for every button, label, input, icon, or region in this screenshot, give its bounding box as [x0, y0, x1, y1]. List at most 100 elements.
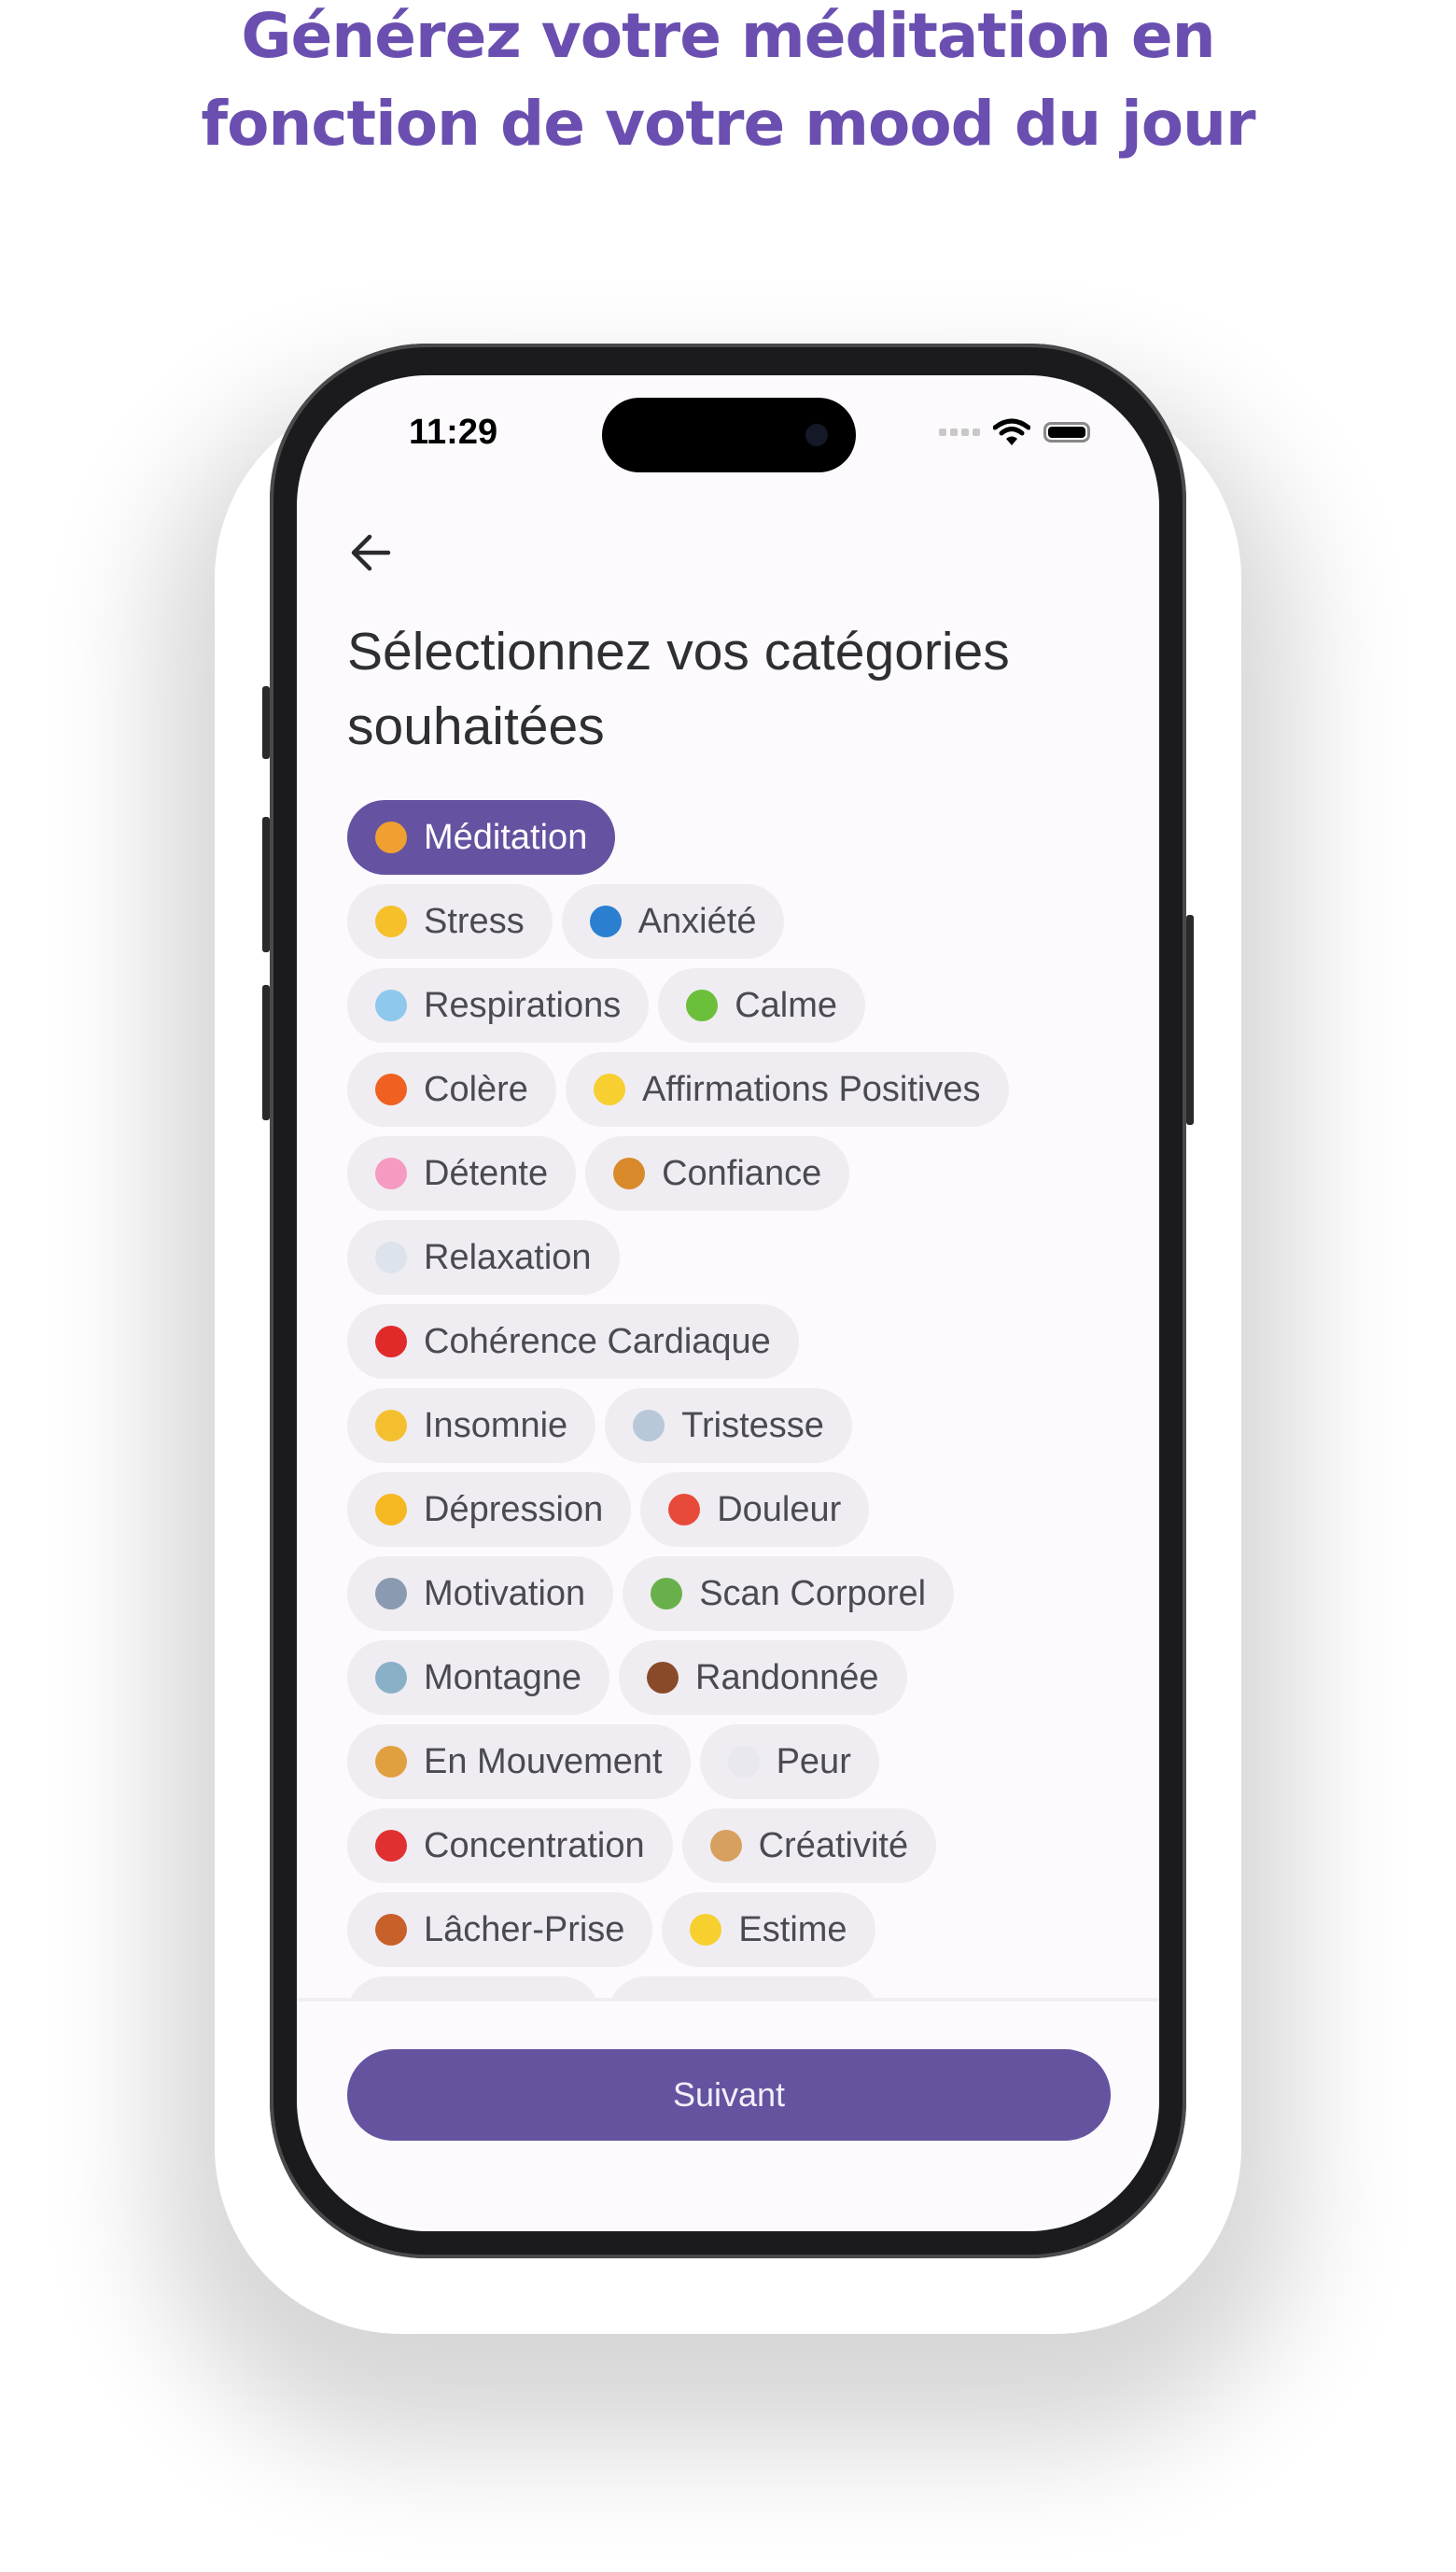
disappointed-face-icon — [375, 906, 407, 937]
fallen-leaf-icon — [375, 1914, 407, 1946]
category-chip[interactable]: Relaxation — [347, 1220, 620, 1295]
page-title: Sélectionnez vos catégories souhaitées — [347, 622, 1010, 756]
leaf-icon — [686, 990, 719, 1021]
status-icons — [939, 418, 1090, 446]
list-divider — [297, 1998, 1159, 2002]
chip-row: Méditation — [347, 800, 1150, 875]
category-chip-label: Relaxation — [424, 1237, 592, 1277]
heart-icon — [375, 1326, 407, 1357]
category-chip-label: Confiance — [662, 1153, 822, 1193]
ghost-icon — [727, 1746, 760, 1778]
fire-icon — [375, 1074, 407, 1105]
category-chip-label: Randonnée — [695, 1657, 879, 1697]
cloud-icon — [375, 1242, 407, 1273]
chip-row: Motivation Scan Corporel — [347, 1556, 1150, 1631]
category-chip[interactable]: Créativité — [681, 1808, 937, 1883]
category-chip[interactable]: Estime — [662, 1892, 875, 1967]
pill-icon — [668, 1494, 701, 1525]
category-chip-label: Respirations — [424, 985, 622, 1025]
category-chip-label: Motivation — [424, 1573, 586, 1613]
category-chip[interactable]: Scan Corporel — [623, 1556, 955, 1631]
glowing-star-icon — [690, 1914, 722, 1946]
chip-row: Relaxation — [347, 1220, 1150, 1295]
chip-row: Dépression Douleur — [347, 1472, 1150, 1547]
category-chip[interactable]: Addictions — [609, 1976, 877, 2000]
rain-cloud-icon — [633, 1410, 665, 1441]
category-chip[interactable]: Méditation — [347, 800, 616, 875]
wind-icon — [375, 990, 407, 1021]
category-chip-label: Anxiété — [637, 901, 757, 941]
category-chip[interactable]: Montagne — [347, 1640, 610, 1715]
sun-icon — [375, 1494, 407, 1525]
blossom-icon — [375, 1158, 407, 1189]
volume-down-button — [262, 985, 270, 1120]
category-chip[interactable]: Affirmations Positives — [565, 1052, 1009, 1127]
category-chip-label: Insomnie — [424, 1405, 568, 1445]
category-chip[interactable]: Calme — [658, 968, 866, 1043]
category-chip[interactable]: Randonnée — [619, 1640, 907, 1715]
wave-icon — [589, 906, 622, 937]
category-chip[interactable]: Douleur — [640, 1472, 870, 1547]
dynamic-island — [602, 398, 856, 472]
category-chip-label: Tristesse — [681, 1405, 824, 1445]
category-chip[interactable]: Anxiété — [561, 884, 785, 959]
category-chip-label: Cohérence Cardiaque — [424, 1321, 771, 1361]
category-chip-label: Créativité — [758, 1825, 909, 1865]
headline-line-1: Générez votre méditation en — [241, 0, 1215, 72]
category-chip[interactable]: Cohérence Cardiaque — [347, 1304, 799, 1379]
status-time: 11:29 — [409, 413, 498, 452]
category-chip-label: En Mouvement — [424, 1741, 663, 1781]
rocket-icon — [375, 1578, 407, 1609]
category-chip-label: Estime — [738, 1909, 847, 1949]
battery-icon — [1043, 422, 1090, 443]
power-button — [1186, 915, 1194, 1125]
camera-icon — [805, 424, 828, 446]
category-chip[interactable]: Dépression — [347, 1472, 632, 1547]
volume-up-button — [262, 817, 270, 952]
category-chip[interactable]: Motivation — [347, 1556, 614, 1631]
category-chip[interactable]: Respirations — [347, 968, 650, 1043]
category-chip-label: Lâcher-Prise — [424, 1909, 625, 1949]
wifi-icon — [993, 418, 1030, 445]
category-chip[interactable]: Concentration — [347, 1808, 673, 1883]
category-chip[interactable]: Peur — [699, 1724, 879, 1799]
sparkles-icon — [593, 1074, 625, 1105]
chip-row: Colère Affirmations Positives — [347, 1052, 1150, 1127]
category-chip[interactable]: Stress — [347, 884, 553, 959]
category-chip-label: Douleur — [717, 1489, 842, 1529]
next-button[interactable]: Suivant — [347, 2049, 1111, 2141]
category-chip[interactable]: Relations — [347, 1976, 600, 2000]
category-chip-label: Peur — [776, 1741, 851, 1781]
category-chip[interactable]: Insomnie — [347, 1388, 596, 1463]
mute-switch — [262, 686, 270, 759]
chip-row: Lâcher-Prise Estime — [347, 1892, 1150, 1967]
chip-row: Insomnie Tristesse — [347, 1388, 1150, 1463]
category-chip[interactable]: En Mouvement — [347, 1724, 691, 1799]
category-chip[interactable]: Tristesse — [605, 1388, 852, 1463]
category-chip-label: Détente — [424, 1153, 549, 1193]
headline-line-2: fonction de votre mood du jour — [201, 88, 1255, 160]
palette-icon — [709, 1830, 742, 1862]
category-chip-label: Colère — [424, 1069, 528, 1109]
category-chip[interactable]: Confiance — [585, 1136, 850, 1211]
category-chip-label: Affirmations Positives — [641, 1069, 981, 1109]
mountain-icon — [375, 1662, 407, 1694]
promo-headline: Générez votre méditation en fonction de … — [0, 0, 1456, 168]
chip-row: Détente Confiance — [347, 1136, 1150, 1211]
chip-row: Respirations Calme — [347, 968, 1150, 1043]
category-chip-label: Scan Corporel — [699, 1573, 927, 1613]
category-chip-label: Montagne — [424, 1657, 582, 1697]
category-chip-label: Calme — [735, 985, 838, 1025]
back-arrow-icon[interactable] — [343, 525, 399, 581]
category-chip[interactable]: Détente — [347, 1136, 577, 1211]
category-chip[interactable]: Colère — [347, 1052, 556, 1127]
category-chip[interactable]: Lâcher-Prise — [347, 1892, 653, 1967]
target-icon — [375, 1830, 407, 1862]
category-chip-label: Concentration — [424, 1825, 645, 1865]
category-chip-label: Méditation — [424, 817, 588, 857]
chip-row: Stress Anxiété — [347, 884, 1150, 959]
running-icon — [375, 1746, 407, 1778]
chip-row: Relations Addictions — [347, 1976, 1150, 2000]
meditation-icon — [375, 822, 407, 853]
chip-row: Concentration Créativité — [347, 1808, 1150, 1883]
